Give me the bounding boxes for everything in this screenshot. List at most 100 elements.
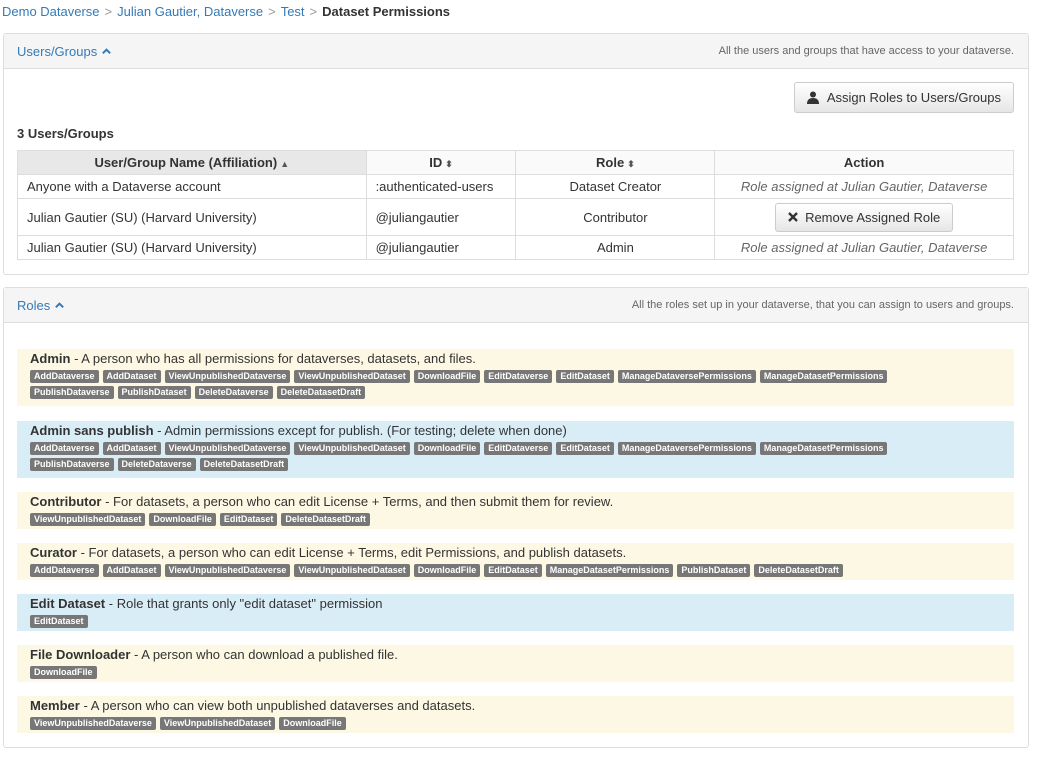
role-item: Edit Dataset - Role that grants only "ed… bbox=[17, 594, 1014, 631]
users-groups-toggle[interactable]: Users/Groups bbox=[17, 44, 112, 59]
permission-label: EditDataset bbox=[484, 564, 542, 577]
role-line: Curator - For datasets, a person who can… bbox=[30, 545, 1014, 561]
users-groups-table: User/Group Name (Affiliation) ▲ ID ⬍ Role ⬍… bbox=[17, 150, 1014, 260]
table-row: Julian Gautier (SU) (Harvard University)… bbox=[17, 198, 1014, 236]
breadcrumb-separator: > bbox=[309, 4, 318, 19]
permission-label: DownloadFile bbox=[413, 370, 481, 383]
permission-label: EditDataset bbox=[219, 513, 278, 526]
user-role-cell: Admin bbox=[515, 235, 716, 260]
permission-label: EditDataverse bbox=[484, 442, 553, 455]
role-description: Role that grants only "edit dataset" per… bbox=[116, 596, 383, 611]
role-description: For datasets, a person who can edit Lice… bbox=[88, 545, 627, 560]
role-item: Member - A person who can view both unpu… bbox=[17, 696, 1014, 733]
breadcrumb-link-julian-gautier[interactable]: Julian Gautier, Dataverse bbox=[117, 4, 263, 19]
permission-label: ViewUnpublishedDataverse bbox=[164, 442, 291, 455]
assign-roles-button[interactable]: Assign Roles to Users/Groups bbox=[793, 82, 1014, 113]
role-assigned-note: Role assigned at Julian Gautier, Dataver… bbox=[714, 235, 1014, 260]
permission-label: EditDataset bbox=[556, 370, 614, 383]
permission-list: AddDataverse AddDataset ViewUnpublishedDat… bbox=[30, 442, 970, 471]
role-name: Admin bbox=[30, 351, 71, 366]
role-name: Edit Dataset bbox=[30, 596, 106, 611]
permission-label: ViewUnpublishedDataset bbox=[294, 564, 410, 577]
chevron-up-icon bbox=[102, 47, 112, 54]
permission-label: PublishDataset bbox=[117, 386, 191, 399]
permission-label: ManageDataversePermissions bbox=[617, 442, 756, 455]
column-header-id[interactable]: ID ⬍ bbox=[365, 150, 517, 175]
role-separator: - bbox=[153, 423, 165, 438]
role-assigned-note: Role assigned at Julian Gautier, Dataver… bbox=[714, 174, 1014, 199]
permission-label: DeleteDatasetDraft bbox=[281, 513, 370, 526]
permission-label: ViewUnpublishedDataverse bbox=[30, 717, 156, 730]
breadcrumb-link-test[interactable]: Test bbox=[281, 4, 305, 19]
permission-label: AddDataverse bbox=[30, 370, 99, 383]
action-cell: Remove Assigned Role bbox=[714, 198, 1014, 236]
user-id-cell: @juliangautier bbox=[365, 198, 517, 236]
permission-list: AddDataverse AddDataset ViewUnpublishedDat… bbox=[30, 370, 970, 399]
role-description: A person who can download a published fi… bbox=[141, 647, 398, 662]
users-groups-count: 3 Users/Groups bbox=[17, 126, 114, 141]
permission-label: PublishDataverse bbox=[30, 386, 114, 399]
sort-icon: ⬍ bbox=[445, 159, 453, 169]
column-header-role[interactable]: Role ⬍ bbox=[515, 150, 716, 175]
permission-label: ViewUnpublishedDataset bbox=[159, 717, 276, 730]
permission-label: ViewUnpublishedDataset bbox=[30, 513, 146, 526]
permission-label: EditDataset bbox=[556, 442, 614, 455]
users-groups-panel: Users/Groups All the users and groups th… bbox=[3, 33, 1029, 275]
permission-list: DownloadFile bbox=[30, 666, 970, 679]
breadcrumb-current: Dataset Permissions bbox=[322, 4, 451, 19]
chevron-up-icon bbox=[55, 301, 65, 308]
users-groups-description: All the users and groups that have acces… bbox=[718, 45, 1014, 57]
permission-label: EditDataset bbox=[30, 615, 88, 628]
permission-label: PublishDataset bbox=[677, 564, 751, 577]
role-description: For datasets, a person who can edit Lice… bbox=[113, 494, 614, 509]
permission-label: ViewUnpublishedDataset bbox=[294, 442, 410, 455]
permission-list: ViewUnpublishedDataverse ViewUnpublishedD… bbox=[30, 717, 970, 730]
table-row: Julian Gautier (SU) (Harvard University)… bbox=[17, 235, 1014, 260]
role-name: Admin sans publish bbox=[30, 423, 154, 438]
role-line: File Downloader - A person who can downl… bbox=[30, 647, 1014, 663]
permission-label: DeleteDatasetDraft bbox=[199, 458, 289, 471]
breadcrumb-link-demo-dataverse[interactable]: Demo Dataverse bbox=[2, 4, 100, 19]
permission-list: ViewUnpublishedDataset DownloadFile EditDa… bbox=[30, 513, 970, 526]
column-header-action: Action bbox=[714, 150, 1014, 175]
permission-label: DeleteDatasetDraft bbox=[276, 386, 366, 399]
column-header-name[interactable]: User/Group Name (Affiliation) ▲ bbox=[17, 150, 367, 175]
permission-label: ViewUnpublishedDataverse bbox=[164, 370, 291, 383]
permission-label: DeleteDataverse bbox=[117, 458, 196, 471]
column-header-id-label: ID bbox=[429, 155, 443, 170]
user-icon bbox=[806, 91, 819, 104]
permission-list: AddDataverse AddDataset ViewUnpublishedDat… bbox=[30, 564, 970, 577]
permission-label: AddDataset bbox=[102, 564, 161, 577]
assign-roles-label: Assign Roles to Users/Groups bbox=[826, 90, 1001, 105]
permission-label: AddDataverse bbox=[30, 442, 99, 455]
role-separator: - bbox=[101, 494, 114, 509]
role-description: A person who has all permissions for dat… bbox=[81, 351, 476, 366]
role-item: Admin - A person who has all permissions… bbox=[17, 349, 1014, 406]
role-line: Edit Dataset - Role that grants only "ed… bbox=[30, 596, 1014, 612]
breadcrumb: Demo Dataverse > Julian Gautier, Dataverse… bbox=[2, 4, 450, 19]
column-header-role-label: Role bbox=[596, 155, 625, 170]
remove-assigned-role-button[interactable]: Remove Assigned Role bbox=[775, 202, 954, 232]
role-separator: - bbox=[76, 545, 89, 560]
role-description: A person who can view both unpublished d… bbox=[90, 698, 476, 713]
role-line: Admin sans publish - Admin permissions e… bbox=[30, 423, 1014, 439]
role-separator: - bbox=[105, 596, 117, 611]
role-item: Curator - For datasets, a person who can… bbox=[17, 543, 1014, 580]
role-line: Admin - A person who has all permissions… bbox=[30, 351, 1014, 367]
roles-toggle[interactable]: Roles bbox=[17, 298, 65, 313]
permission-label: ViewUnpublishedDataset bbox=[294, 370, 410, 383]
role-item: Contributor - For datasets, a person who… bbox=[17, 492, 1014, 529]
role-description: Admin permissions except for publish. (F… bbox=[164, 423, 567, 438]
roles-panel-heading: Roles All the roles set up in your datav… bbox=[4, 288, 1028, 323]
user-name-cell: Julian Gautier (SU) (Harvard University) bbox=[17, 235, 367, 260]
user-role-cell: Contributor bbox=[515, 198, 716, 236]
permission-label: DownloadFile bbox=[413, 442, 481, 455]
role-separator: - bbox=[130, 647, 142, 662]
permission-label: ManageDatasetPermissions bbox=[759, 370, 888, 383]
role-name: File Downloader bbox=[30, 647, 131, 662]
permission-label: AddDataverse bbox=[30, 564, 99, 577]
permission-label: PublishDataverse bbox=[30, 458, 114, 471]
breadcrumb-separator: > bbox=[104, 4, 113, 19]
sort-icon: ⬍ bbox=[627, 159, 635, 169]
roles-panel: Roles All the roles set up in your datav… bbox=[3, 287, 1029, 748]
